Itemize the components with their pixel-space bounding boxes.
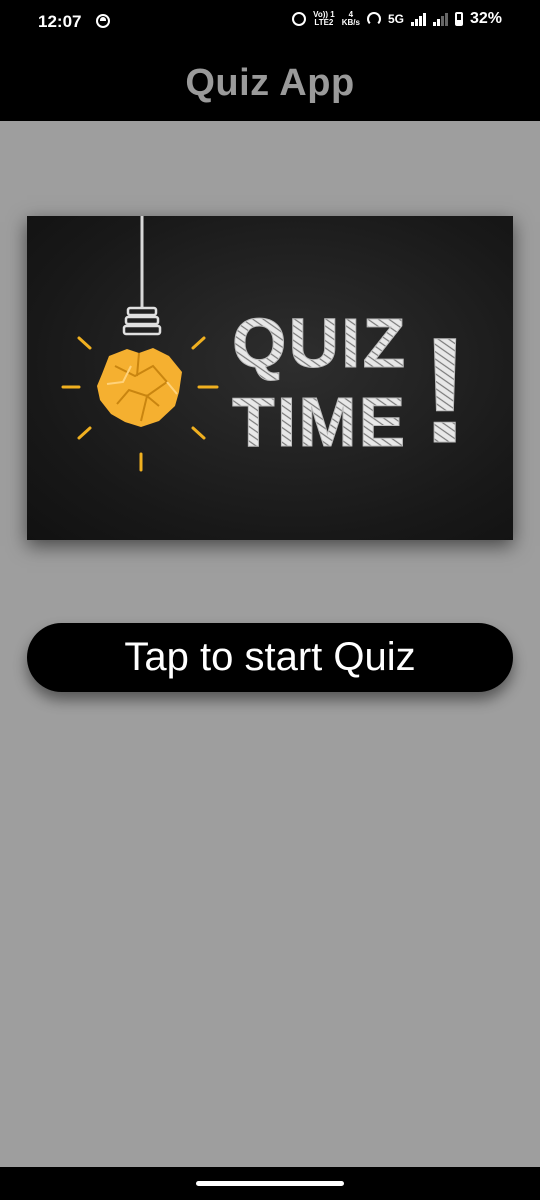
banner-text-line2: TIME	[232, 383, 407, 461]
volte-bottom: LTE2	[314, 18, 334, 27]
start-quiz-button[interactable]: Tap to start Quiz	[27, 623, 513, 692]
status-time: 12:07	[38, 12, 82, 31]
alarm-icon	[292, 12, 307, 26]
quiz-time-banner: QUIZ TIME !	[27, 216, 513, 540]
network-speed: 4 KB/s	[342, 11, 360, 27]
status-bar: 12:07 Vo)) 1 LTE2 4 KB/s 5G 32%	[0, 0, 540, 44]
battery-percent: 32%	[469, 10, 502, 27]
network-type: 5G	[387, 12, 404, 26]
signal-icon	[410, 12, 426, 26]
banner-exclamation: !	[420, 306, 470, 474]
banner-text-line1: QUIZ	[232, 304, 407, 382]
status-icons: Vo)) 1 LTE2 4 KB/s 5G 32%	[292, 10, 502, 28]
signal-icon-sim2	[432, 12, 448, 26]
hotspot-icon	[366, 12, 381, 26]
notification-icon	[96, 14, 110, 28]
app-title: Quiz App	[185, 62, 355, 104]
volte-indicator: Vo)) 1 LTE2	[313, 11, 335, 27]
battery-icon	[454, 12, 463, 26]
speed-unit: KB/s	[341, 18, 360, 27]
navigation-bar	[0, 1167, 540, 1200]
app-bar: Quiz App	[0, 44, 540, 121]
home-indicator[interactable]	[196, 1181, 344, 1186]
